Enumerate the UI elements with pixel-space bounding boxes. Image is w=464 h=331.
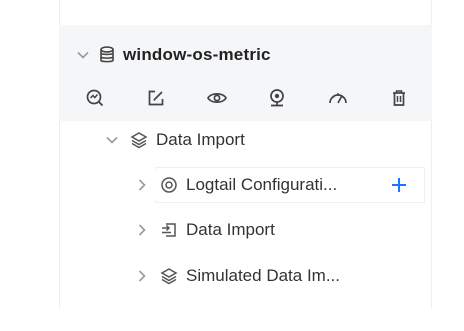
tree-item-data-import[interactable]: Data Import (134, 215, 275, 245)
project-toolbar (82, 84, 412, 112)
edit-icon[interactable] (143, 85, 169, 111)
chevron-right-icon[interactable] (134, 222, 150, 238)
chevron-down-icon[interactable] (104, 132, 120, 148)
tree-item-data-import-group[interactable]: Data Import (104, 125, 245, 155)
project-row[interactable]: window-os-metric (75, 41, 271, 69)
tree-item-label: Data Import (156, 130, 245, 149)
panel-top-strip (59, 0, 432, 25)
chevron-down-icon[interactable] (75, 47, 91, 63)
target-icon (160, 176, 178, 194)
tree-item-label: Data Import (186, 220, 275, 239)
chevron-right-icon[interactable] (134, 268, 150, 284)
eye-icon[interactable] (204, 85, 230, 111)
layers-icon (160, 267, 178, 285)
chart-search-icon[interactable] (82, 85, 108, 111)
gauge-icon[interactable] (325, 85, 351, 111)
chevron-right-icon[interactable] (134, 177, 150, 193)
import-icon (160, 221, 178, 239)
project-title[interactable]: window-os-metric (123, 45, 271, 65)
tree-item-label: Simulated Data Im... (186, 266, 341, 285)
tree-item-label: Logtail Configurati... (186, 175, 338, 194)
tree-item-simulated-data-import[interactable]: Simulated Data Im... (134, 261, 340, 291)
add-configuration-button[interactable] (389, 175, 409, 195)
tree-item-logtail-configuration[interactable]: Logtail Configurati... (134, 170, 424, 200)
database-icon (99, 46, 115, 63)
layers-icon (130, 131, 148, 149)
trash-icon[interactable] (386, 85, 412, 111)
webcam-icon[interactable] (264, 85, 290, 111)
